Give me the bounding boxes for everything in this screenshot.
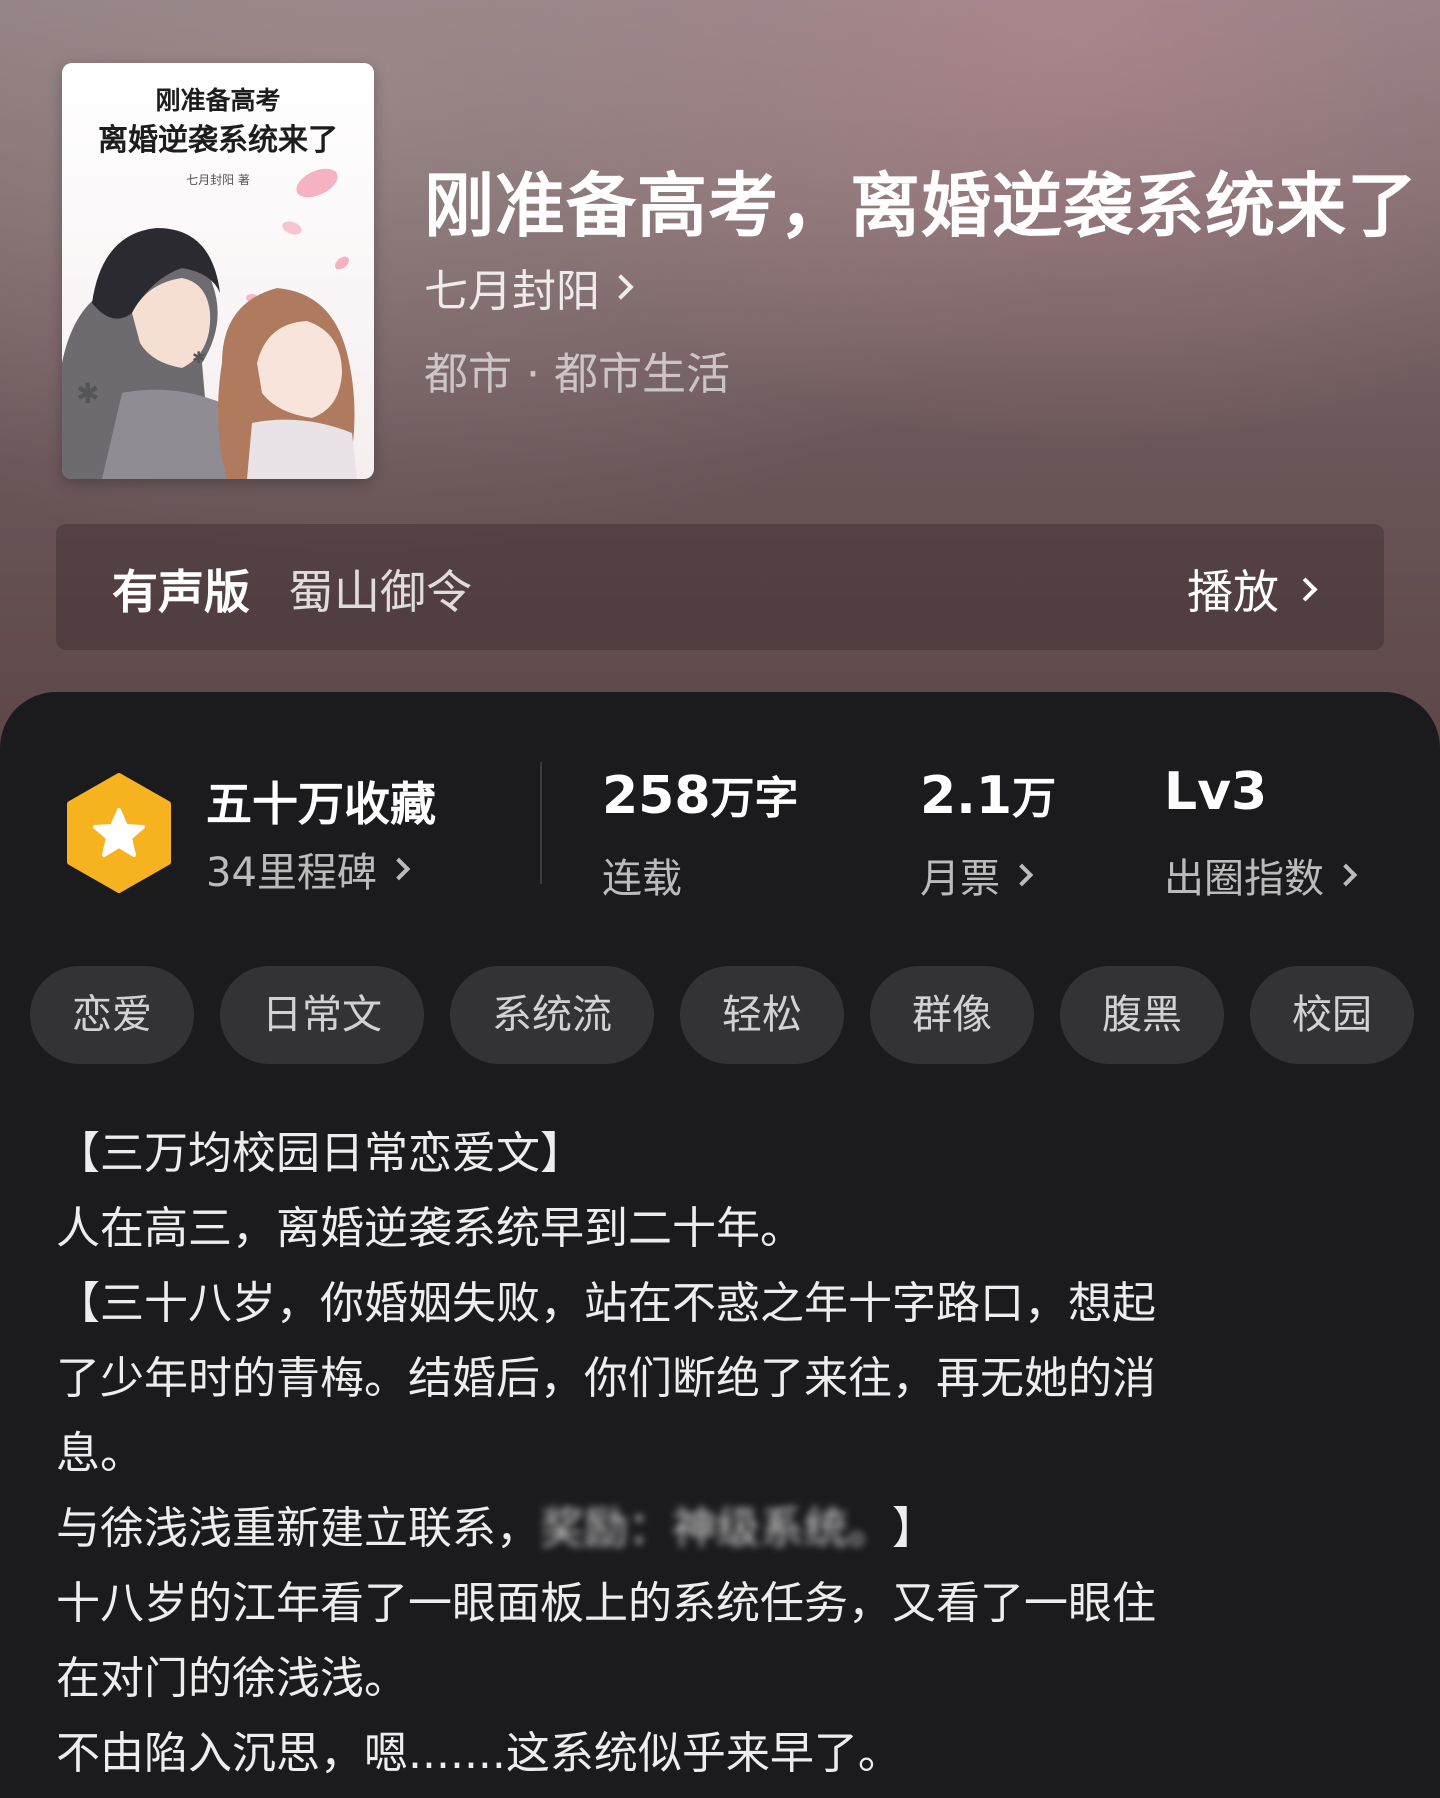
serial-status: 连载 xyxy=(602,856,682,902)
description-line: 在对门的徐浅浅。 xyxy=(56,1653,408,1704)
word-count: 258万字 xyxy=(602,762,799,826)
description-line: 人在高三，离婚逆袭系统早到二十年。 xyxy=(56,1203,804,1254)
sparkle-icon: ✱ xyxy=(76,377,99,410)
popularity-index-label: 出圈指数 xyxy=(1164,856,1324,902)
tag-chip[interactable]: 日常文 xyxy=(220,966,424,1064)
description-line: 【三万均校园日常恋爱文】 xyxy=(56,1128,584,1179)
play-button[interactable]: 播放 xyxy=(1187,556,1318,622)
author-name: 七月封阳 xyxy=(424,266,600,317)
monthly-tickets: 2.1万 xyxy=(920,762,1056,826)
monthly-tickets-link[interactable]: 月票 xyxy=(920,846,1034,904)
description-line: 息。 xyxy=(56,1428,144,1479)
word-count-value: 258 xyxy=(602,766,711,826)
description-line: 与徐浅浅重新建立联系，奖励：神级系统。】 xyxy=(56,1491,1386,1566)
play-label: 播放 xyxy=(1187,565,1279,619)
book-genre: 都市 · 都市生活 xyxy=(424,349,730,400)
chevron-right-icon xyxy=(1010,863,1034,887)
favorites-count: 五十万收藏 xyxy=(206,777,436,831)
audio-label: 有声版 xyxy=(112,565,250,619)
audio-narrator: 蜀山御令 xyxy=(288,565,472,619)
tag-chip[interactable]: 轻松 xyxy=(680,966,844,1064)
blurred-spoiler-text: 奖励：神级系统。 xyxy=(540,1503,892,1554)
description-line: 【三十八岁，你婚姻失败，站在不惑之年十字路口，想起 xyxy=(56,1278,1156,1329)
stats-divider xyxy=(540,762,542,884)
description-line: 不由陷入沉思，嗯.......这系统似乎来早了。 xyxy=(56,1728,902,1779)
popularity-index-link[interactable]: 出圈指数 xyxy=(1164,846,1358,904)
chevron-right-icon xyxy=(1293,576,1318,602)
tag-chip[interactable]: 校园 xyxy=(1250,966,1414,1064)
book-title: 刚准备高考，离婚逆袭系统来了 xyxy=(424,164,1418,247)
level-value: Lv3 xyxy=(1164,762,1268,822)
book-cover[interactable]: ✱ ✱ 刚准备高考 离婚逆袭系统来了 七月封阳 著 xyxy=(62,63,374,479)
monthly-tickets-label: 月票 xyxy=(920,856,1000,902)
tag-chip[interactable]: 群像 xyxy=(870,966,1034,1064)
tag-chip[interactable]: 腹黑 xyxy=(1060,966,1224,1064)
chevron-right-icon xyxy=(1334,863,1358,887)
milestone-link[interactable]: 34里程碑 xyxy=(206,840,411,898)
cover-title-line2: 离婚逆袭系统来了 xyxy=(98,123,338,158)
star-badge-icon xyxy=(67,773,171,893)
chevron-right-icon xyxy=(608,274,634,300)
monthly-tickets-value: 2.1 xyxy=(920,766,1013,826)
description-text: 】 xyxy=(892,1503,936,1554)
author-link[interactable]: 七月封阳 xyxy=(424,255,634,319)
svg-text:✱: ✱ xyxy=(192,348,205,367)
milestone-label: 34里程碑 xyxy=(206,850,377,896)
description-line: 了少年时的青梅。结婚后，你们断绝了来往，再无她的消 xyxy=(56,1353,1156,1404)
tag-chip[interactable]: 系统流 xyxy=(450,966,654,1064)
audio-version-bar[interactable]: 有声版 蜀山御令 播放 xyxy=(56,524,1384,650)
monthly-tickets-unit: 万 xyxy=(1012,773,1057,824)
tag-list: 恋爱 日常文 系统流 轻松 群像 腹黑 校园 xyxy=(30,966,1440,1066)
description-line: 十八岁的江年看了一眼面板上的系统任务，又看了一眼住 xyxy=(56,1578,1156,1629)
book-description[interactable]: 【三万均校园日常恋爱文】 人在高三，离婚逆袭系统早到二十年。 【三十八岁，你婚姻… xyxy=(56,1116,1386,1791)
description-text: 与徐浅浅重新建立联系， xyxy=(56,1503,540,1554)
chevron-right-icon xyxy=(387,857,411,881)
tag-chip[interactable]: 恋爱 xyxy=(30,966,194,1064)
cover-author: 七月封阳 著 xyxy=(186,173,250,187)
word-count-unit: 万字 xyxy=(710,773,799,824)
cover-title-line1: 刚准备高考 xyxy=(155,86,281,115)
